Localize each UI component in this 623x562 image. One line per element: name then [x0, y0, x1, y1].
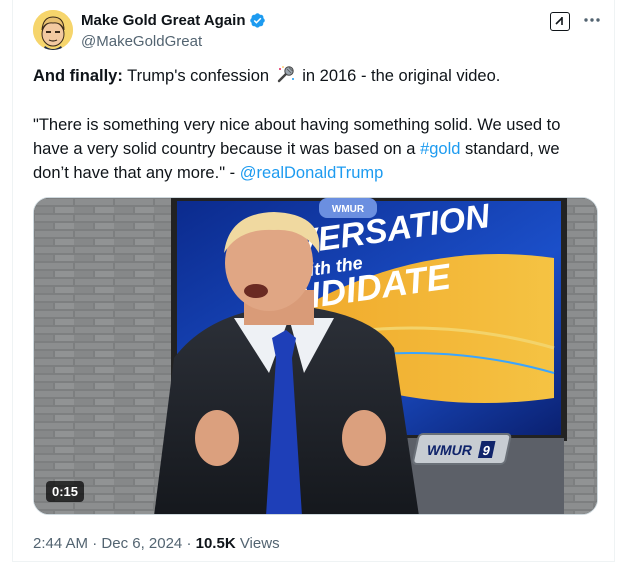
verified-badge-icon[interactable]	[249, 12, 266, 29]
video-thumbnail: WMUR VERSATION with the NDIDATE WMUR 9	[34, 198, 597, 514]
microphone-icon	[277, 66, 294, 83]
avatar-image	[33, 10, 73, 50]
intro-text-a: Trump's confession	[122, 67, 274, 85]
author-name-row: Make Gold Great Again	[81, 12, 266, 29]
grok-icon[interactable]	[550, 12, 570, 31]
tweet-text-quote: "There is something very nice about havi…	[33, 113, 598, 185]
views-label: Views	[235, 535, 280, 552]
hashtag-gold-link[interactable]: #gold	[420, 140, 460, 158]
tweet-time[interactable]: 2:44 AM	[33, 535, 88, 552]
meta-separator-2: ·	[182, 535, 196, 552]
mention-link[interactable]: @realDonaldTrump	[240, 164, 384, 182]
intro-text-b: in 2016 - the original video.	[297, 67, 501, 85]
grok-glyph	[555, 17, 563, 25]
more-icon[interactable]	[579, 9, 605, 31]
banner-top-text: WMUR	[332, 204, 365, 215]
author-display-name[interactable]: Make Gold Great Again	[81, 12, 245, 29]
views-count: 10.5K	[195, 535, 236, 552]
video-player[interactable]: WMUR VERSATION with the NDIDATE WMUR 9 0…	[33, 197, 598, 515]
tweet-date[interactable]: Dec 6, 2024	[101, 535, 182, 552]
more-dots	[584, 18, 600, 22]
avatar[interactable]	[33, 10, 73, 50]
author-handle[interactable]: @MakeGoldGreat	[81, 33, 202, 50]
tweet-card: Make Gold Great Again @MakeGoldGreat And…	[12, 0, 615, 562]
tweet-text-intro: And finally: Trump's confession in 2016 …	[33, 64, 598, 88]
station-logo-text: WMUR	[425, 442, 473, 458]
video-duration-badge: 0:15	[46, 481, 85, 502]
meta-separator-1: ·	[88, 535, 102, 552]
tweet-meta: 2:44 AM · Dec 6, 2024 · 10.5K Views	[33, 535, 280, 552]
intro-bold: And finally:	[33, 67, 123, 85]
